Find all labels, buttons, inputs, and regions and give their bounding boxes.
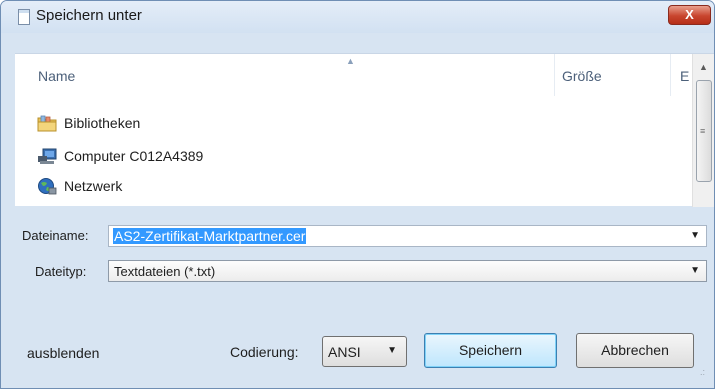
column-divider[interactable] bbox=[554, 54, 555, 96]
column-header-row: Name ▲ Größe E bbox=[15, 54, 692, 96]
computer-icon bbox=[38, 148, 57, 164]
chevron-down-icon[interactable]: ▼ bbox=[690, 230, 700, 241]
column-divider[interactable] bbox=[670, 54, 671, 96]
column-header-name[interactable]: Name bbox=[38, 68, 75, 84]
cancel-button[interactable]: Abbrechen bbox=[576, 333, 694, 368]
filename-label: Dateiname: bbox=[22, 228, 89, 243]
vertical-scrollbar[interactable]: ▲ ≡ bbox=[692, 54, 714, 207]
filetype-select[interactable]: Textdateien (*.txt) ▼ bbox=[108, 260, 707, 282]
list-item-label: Computer C012A4389 bbox=[64, 148, 204, 164]
sort-ascending-icon: ▲ bbox=[346, 56, 355, 66]
libraries-icon bbox=[37, 115, 57, 132]
save-button[interactable]: Speichern bbox=[424, 333, 557, 368]
close-button[interactable]: X bbox=[668, 5, 711, 25]
list-item[interactable]: Computer C012A4389 bbox=[37, 145, 537, 169]
network-icon bbox=[38, 178, 57, 195]
encoding-select[interactable]: ANSI ▼ bbox=[322, 336, 407, 367]
list-item-label: Bibliotheken bbox=[64, 115, 141, 131]
encoding-value: ANSI bbox=[328, 344, 361, 360]
filename-value: AS2-Zertifikat-Marktpartner.cer bbox=[113, 228, 307, 244]
resize-grip-icon[interactable]: .: bbox=[700, 368, 705, 377]
scrollbar-thumb[interactable]: ≡ bbox=[696, 80, 712, 182]
encoding-label: Codierung: bbox=[230, 344, 299, 360]
filetype-label: Dateityp: bbox=[35, 264, 87, 279]
grip-icon: ≡ bbox=[700, 126, 706, 136]
filename-input[interactable]: AS2-Zertifikat-Marktpartner.cer ▼ bbox=[108, 225, 707, 247]
column-header-size[interactable]: Größe bbox=[562, 68, 602, 84]
file-list[interactable]: Name ▲ Größe E Bibliotheken Computer C01… bbox=[15, 53, 714, 207]
scroll-up-icon[interactable]: ▲ bbox=[699, 62, 708, 72]
filetype-value: Textdateien (*.txt) bbox=[114, 264, 216, 279]
document-icon bbox=[18, 9, 30, 25]
list-item[interactable]: Netzwerk bbox=[37, 175, 537, 199]
chevron-down-icon[interactable]: ▼ bbox=[387, 345, 397, 356]
dialog-title: Speichern unter bbox=[36, 7, 142, 24]
column-header-extra[interactable]: E bbox=[680, 68, 689, 84]
hide-folders-toggle[interactable]: ausblenden bbox=[27, 345, 99, 361]
list-item-label: Netzwerk bbox=[64, 178, 123, 194]
list-item[interactable]: Bibliotheken bbox=[37, 112, 537, 136]
title-bar[interactable]: Speichern unter X bbox=[1, 1, 714, 33]
save-as-dialog: Speichern unter X Name ▲ Größe E Bibliot… bbox=[0, 0, 715, 389]
chevron-down-icon[interactable]: ▼ bbox=[690, 265, 700, 276]
